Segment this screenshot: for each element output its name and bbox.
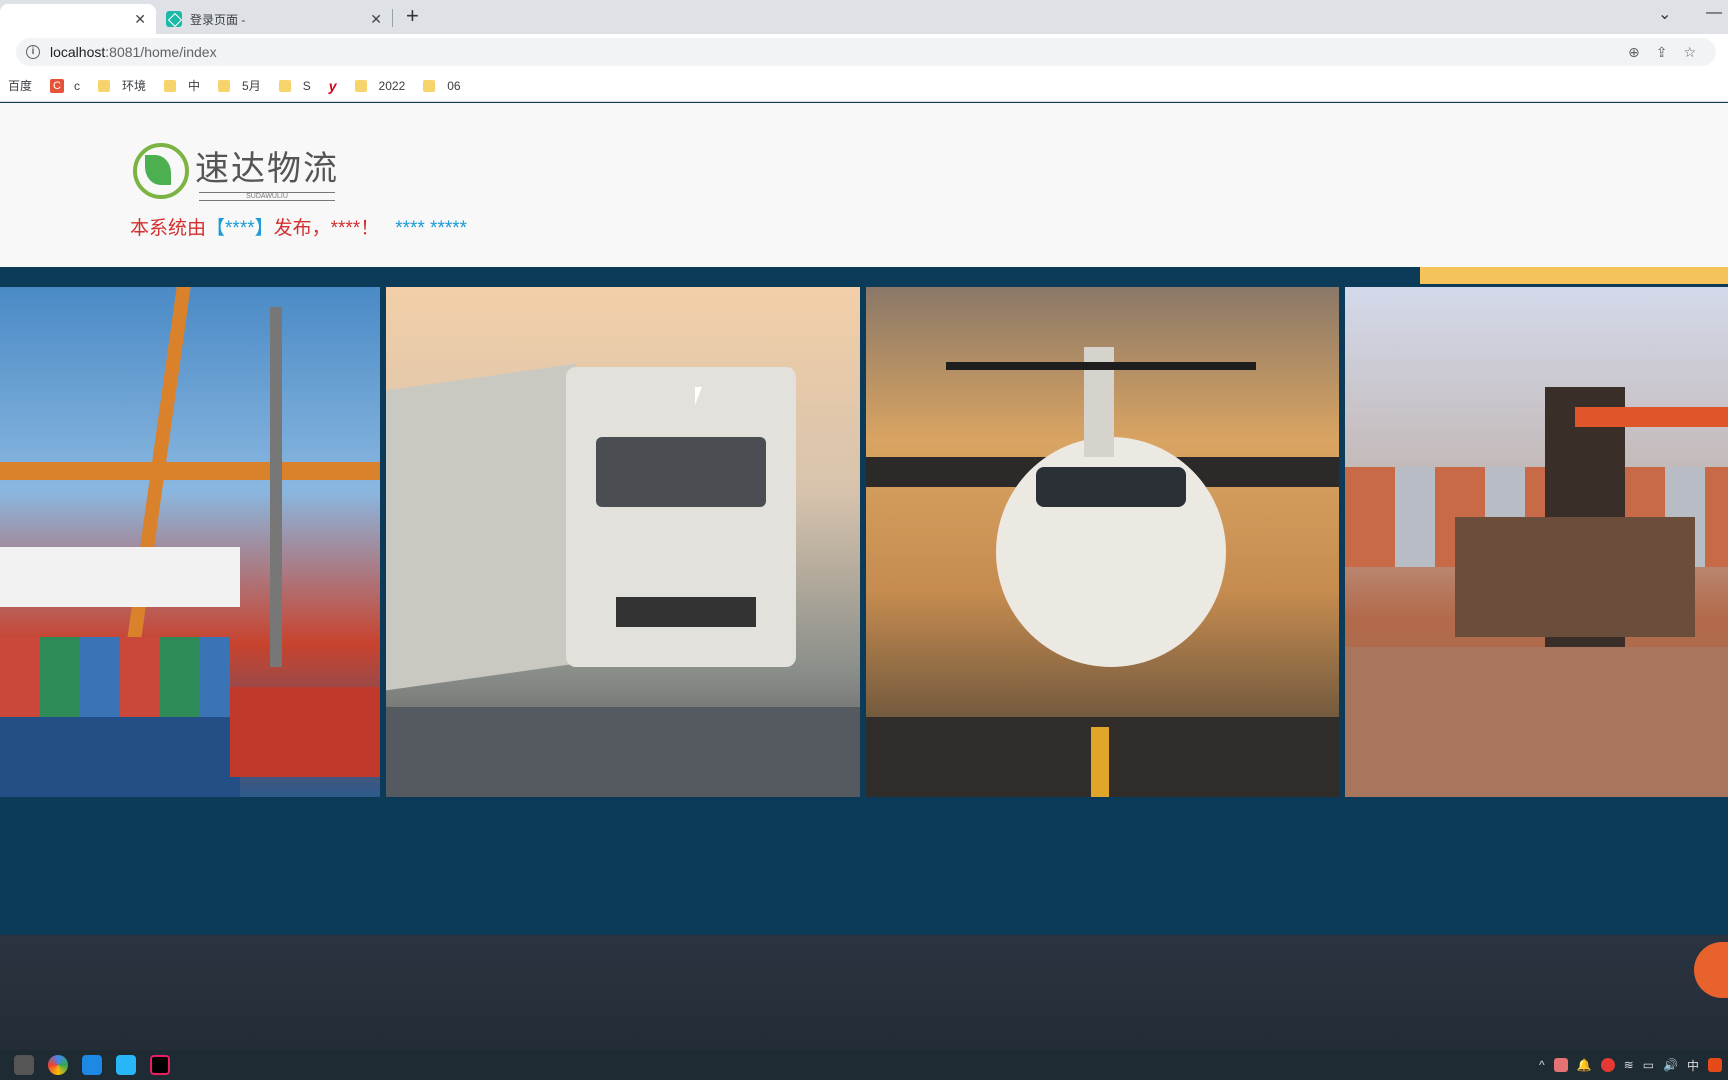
new-tab-button[interactable]: + (406, 4, 419, 28)
browser-tabbar: ✕ 登录页面 - ✕ + ⌄ — (0, 0, 1728, 34)
banner-accent-stripe (1420, 267, 1728, 284)
y-icon: y (328, 77, 337, 94)
tab-separator (392, 9, 393, 27)
release-notice: 本系统由【****】发布，****！ **** ***** (130, 218, 468, 239)
contact-info: **** ***** (395, 218, 468, 239)
folder-icon (218, 79, 231, 92)
footer-band (0, 935, 1728, 1050)
wifi-icon[interactable]: ≋ (1624, 1058, 1634, 1072)
system-tray: ^ 🔔 ≋ ▭ 🔊 中 (1539, 1050, 1722, 1080)
port-crane-ship-photo (0, 287, 380, 797)
minimize-icon[interactable]: — (1706, 4, 1722, 22)
leaf-logo-icon (133, 143, 189, 199)
os-taskbar: ^ 🔔 ≋ ▭ 🔊 中 (0, 1050, 1728, 1080)
volume-icon[interactable]: 🔊 (1663, 1058, 1678, 1072)
bookmark-folder[interactable]: 06 (423, 79, 461, 93)
bookmark-item[interactable]: Cc (50, 78, 80, 93)
logo-subtitle: SUDAWULIU (199, 192, 335, 201)
site-favicon-icon (166, 11, 182, 27)
forklift-containers-photo (1345, 287, 1728, 797)
hero-banner (0, 267, 1728, 935)
intellij-icon[interactable] (150, 1055, 170, 1075)
tray-expand-icon[interactable]: ^ (1539, 1058, 1545, 1072)
tab-active[interactable]: ✕ (0, 4, 156, 34)
bookmark-folder[interactable]: 中 (164, 77, 200, 94)
chrome-icon[interactable] (48, 1055, 68, 1075)
url-input[interactable]: i localhost :8081/home/index ⊕ ⇪ ☆ (16, 38, 1716, 66)
bookmark-item[interactable]: y (329, 78, 337, 94)
propeller-airplane-photo (866, 287, 1339, 797)
folder-icon (423, 79, 436, 92)
close-tab-icon[interactable]: ✕ (134, 11, 146, 28)
url-host: localhost (50, 44, 106, 60)
mouse-cursor-icon (695, 387, 709, 405)
logo-title: 速达物流 (195, 149, 339, 189)
folder-icon (278, 79, 291, 92)
bookmark-folder[interactable]: S (278, 79, 311, 93)
battery-icon[interactable]: ▭ (1643, 1058, 1654, 1072)
bookmarks-bar: 百度 Cc 环境 中 5月 S y 2022 06 (0, 70, 1728, 102)
qq-icon[interactable] (1600, 1058, 1615, 1072)
bookmark-item[interactable]: 百度 (8, 77, 32, 94)
tray-app-icon[interactable] (1553, 1058, 1568, 1072)
bookmark-folder[interactable]: 环境 (98, 77, 146, 94)
logo-text: 速达物流 SUDAWULIU (195, 141, 339, 201)
tab-login-label: 登录页面 - (190, 12, 246, 27)
folder-icon (98, 79, 111, 92)
chat-app-icon[interactable] (116, 1055, 136, 1075)
tab-login[interactable]: 登录页面 - ✕ (156, 4, 392, 34)
sogou-icon[interactable] (1708, 1058, 1722, 1072)
taskbar-app-icon[interactable] (14, 1055, 34, 1075)
info-icon[interactable]: i (26, 45, 40, 59)
c-icon: C (50, 78, 65, 93)
url-path: :8081/home/index (105, 44, 217, 60)
site-logo[interactable]: 速达物流 SUDAWULIU (133, 141, 339, 201)
site-header: 速达物流 SUDAWULIU 本系统由【****】发布，****！ **** **… (0, 103, 1728, 267)
address-bar: i localhost :8081/home/index ⊕ ⇪ ☆ (0, 34, 1728, 70)
ime-indicator[interactable]: 中 (1687, 1057, 1699, 1074)
folder-icon (354, 79, 367, 92)
bookmark-folder[interactable]: 2022 (354, 79, 405, 93)
k-app-icon[interactable] (82, 1055, 102, 1075)
bookmark-folder[interactable]: 5月 (218, 77, 261, 94)
folder-icon (164, 79, 177, 92)
zoom-icon[interactable]: ⊕ (1628, 44, 1640, 61)
tab-search-icon[interactable]: ⌄ (1658, 4, 1671, 24)
omnibox-actions: ⊕ ⇪ ☆ (1628, 38, 1696, 66)
share-icon[interactable]: ⇪ (1656, 44, 1668, 61)
close-tab-icon[interactable]: ✕ (370, 11, 382, 28)
bell-icon[interactable]: 🔔 (1577, 1058, 1592, 1072)
bookmark-star-icon[interactable]: ☆ (1683, 44, 1696, 61)
white-truck-photo (386, 287, 860, 797)
